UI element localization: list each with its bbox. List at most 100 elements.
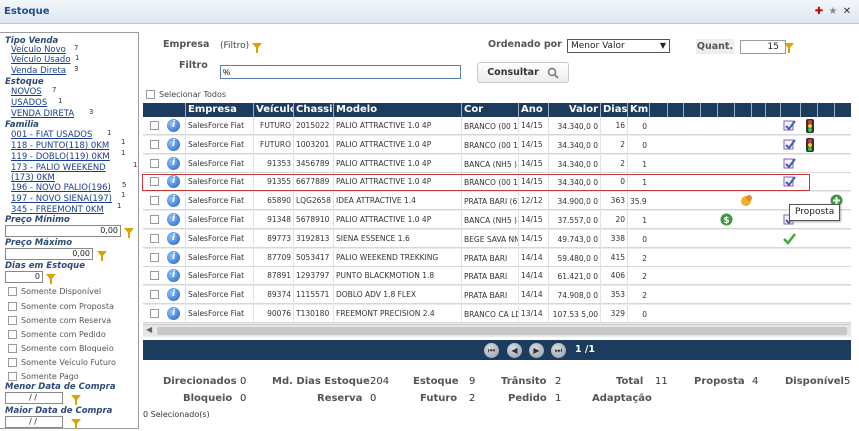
filter-link-familia-345[interactable]: 345 - FREEMONT 0KM bbox=[11, 205, 104, 215]
table-row[interactable]: i SalesForce Fiat 89773 3192813 SIENA ESSENC… bbox=[143, 229, 851, 248]
row-checkbox[interactable] bbox=[150, 215, 159, 224]
menor-data-input[interactable]: / / bbox=[5, 392, 63, 404]
chk-somente-reserva[interactable]: Somente com Reserva bbox=[8, 316, 111, 325]
table-row[interactable]: i SalesForce Fiat 90076 T130180 FREEMONT PRE… bbox=[143, 305, 851, 323]
scroll-left-icon[interactable]: ◀ bbox=[146, 325, 152, 334]
filter-link-novos[interactable]: NOVOS bbox=[11, 87, 42, 97]
checkbox[interactable] bbox=[8, 287, 17, 296]
prev-page-button[interactable]: ◀ bbox=[507, 343, 522, 358]
checkbox[interactable] bbox=[8, 330, 17, 339]
checkbox[interactable] bbox=[8, 302, 17, 311]
filter-link-familia-119[interactable]: 119 - DOBLO(119) 0KM bbox=[11, 152, 110, 162]
close-icon[interactable]: ✕ bbox=[841, 5, 853, 17]
col-cor[interactable]: Cor bbox=[461, 103, 518, 117]
checkbox[interactable] bbox=[8, 372, 17, 381]
filter-link-veiculo-usado[interactable]: Veículo Usado bbox=[11, 55, 71, 65]
funnel-icon[interactable] bbox=[252, 43, 262, 53]
maior-data-input[interactable]: / / bbox=[5, 416, 63, 428]
filter-link-usados[interactable]: USADOS bbox=[11, 98, 47, 108]
funnel-icon[interactable] bbox=[46, 274, 56, 284]
col-veiculo[interactable]: Veículo bbox=[253, 103, 293, 117]
info-icon[interactable]: i bbox=[167, 213, 180, 226]
col-chassi[interactable]: Chassi bbox=[293, 103, 333, 117]
horizontal-scrollbar[interactable]: ◀ bbox=[143, 324, 851, 336]
row-checkbox[interactable] bbox=[150, 121, 159, 130]
scrollbar-thumb[interactable] bbox=[157, 327, 847, 335]
proposal-check-icon[interactable] bbox=[783, 119, 796, 131]
table-row[interactable]: i SalesForce Fiat 87891 1293797 PUNTO BLACKM… bbox=[143, 267, 851, 286]
first-page-button[interactable]: ⏮ bbox=[484, 343, 499, 358]
funnel-icon[interactable] bbox=[71, 395, 81, 405]
chk-somente-futuro[interactable]: Somente Veículo Futuro bbox=[8, 358, 116, 367]
info-icon[interactable]: i bbox=[167, 231, 180, 245]
proposal-check-icon[interactable] bbox=[783, 138, 796, 150]
next-page-button[interactable]: ▶ bbox=[529, 343, 544, 358]
row-checkbox[interactable] bbox=[150, 177, 159, 187]
reserve-icon[interactable] bbox=[740, 194, 752, 207]
table-row[interactable]: i SalesForce Fiat 91353 3456789 PALIO ATTRAC… bbox=[143, 154, 851, 173]
filter-link-veiculo-novo[interactable]: Veículo Novo bbox=[11, 45, 66, 55]
row-checkbox[interactable] bbox=[150, 158, 159, 168]
info-icon[interactable]: i bbox=[167, 137, 180, 151]
col-ano[interactable]: Ano bbox=[518, 103, 548, 117]
info-icon[interactable]: i bbox=[167, 250, 180, 264]
filter-link-familia-173[interactable]: 173 - PALIO WEEKEND (173) 0KM bbox=[11, 163, 123, 183]
info-icon[interactable]: i bbox=[167, 156, 180, 170]
row-checkbox[interactable] bbox=[150, 196, 159, 206]
funnel-icon[interactable] bbox=[784, 43, 794, 53]
table-row[interactable]: i SalesForce Fiat 89374 1115571 DOBLO ADV 1.… bbox=[143, 286, 851, 305]
filter-link-familia-001[interactable]: 001 - FIAT USADOS bbox=[11, 130, 92, 140]
funnel-icon[interactable] bbox=[97, 251, 107, 261]
money-icon[interactable]: $ bbox=[720, 213, 733, 226]
checkbox[interactable] bbox=[146, 90, 155, 99]
chk-somente-pedido[interactable]: Somente com Pedido bbox=[8, 330, 106, 339]
checkbox[interactable] bbox=[8, 316, 17, 325]
proposal-check-icon[interactable] bbox=[783, 175, 796, 187]
quant-input[interactable]: 15 bbox=[740, 40, 786, 54]
checkbox[interactable] bbox=[8, 344, 17, 353]
info-icon[interactable]: i bbox=[167, 307, 180, 320]
ordenado-select[interactable]: Menor Valor ▼ bbox=[567, 39, 670, 53]
add-icon[interactable]: ✚ bbox=[813, 5, 825, 17]
checkbox[interactable] bbox=[8, 358, 17, 367]
check-icon[interactable] bbox=[783, 232, 796, 245]
col-empresa[interactable]: Empresa bbox=[185, 103, 253, 117]
filter-link-familia-196[interactable]: 196 - NOVO PALIO(196) bbox=[11, 183, 111, 193]
row-checkbox[interactable] bbox=[150, 271, 159, 281]
funnel-icon[interactable] bbox=[71, 419, 81, 429]
dias-estoque-input[interactable]: 0 bbox=[5, 271, 43, 283]
info-icon[interactable]: i bbox=[167, 175, 180, 189]
filter-link-venda-direta-estoque[interactable]: VENDA DIRETA bbox=[11, 109, 74, 119]
table-row[interactable]: i SalesForce Fiat 87709 5053417 PALIO WEEKEN… bbox=[143, 248, 851, 267]
row-checkbox[interactable] bbox=[150, 252, 159, 262]
col-valor[interactable]: Valor bbox=[548, 103, 600, 117]
filter-link-venda-direta[interactable]: Venda Direta bbox=[11, 66, 66, 76]
row-checkbox[interactable] bbox=[150, 233, 159, 243]
chk-selecionar-todos[interactable]: Selecionar Todos bbox=[146, 90, 226, 99]
row-checkbox[interactable] bbox=[150, 139, 159, 149]
traffic-light-icon[interactable] bbox=[804, 119, 816, 133]
row-checkbox[interactable] bbox=[150, 309, 159, 318]
favorite-icon[interactable]: ★ bbox=[827, 5, 839, 17]
chk-somente-pago[interactable]: Somente Pago bbox=[8, 372, 79, 381]
col-modelo[interactable]: Modelo bbox=[333, 103, 461, 117]
chk-somente-bloqueio[interactable]: Somente com Bloqueio bbox=[8, 344, 114, 353]
last-page-button[interactable]: ⏭ bbox=[551, 343, 566, 358]
traffic-light-icon[interactable] bbox=[804, 137, 816, 152]
preco-maximo-input[interactable]: 0,00 bbox=[5, 248, 93, 260]
funnel-icon[interactable] bbox=[124, 228, 134, 238]
col-km[interactable]: Km bbox=[627, 103, 649, 117]
chk-somente-disponivel[interactable]: Somente Disponível bbox=[8, 287, 101, 296]
preco-minimo-input[interactable]: 0,00 bbox=[5, 225, 121, 237]
info-icon[interactable]: i bbox=[167, 119, 180, 132]
info-icon[interactable]: i bbox=[167, 269, 180, 283]
proposal-check-icon[interactable] bbox=[783, 157, 796, 169]
info-icon[interactable]: i bbox=[167, 288, 180, 302]
table-row[interactable]: i SalesForce Fiat 91348 5678910 PALIO ATTRAC… bbox=[143, 211, 851, 229]
consultar-button[interactable]: Consultar bbox=[477, 62, 569, 83]
table-row[interactable]: i SalesForce Fiat FUTURO 1003201 PALIO ATTRA… bbox=[143, 135, 851, 154]
col-dias[interactable]: Dias bbox=[600, 103, 627, 117]
info-icon[interactable]: i bbox=[167, 194, 180, 208]
row-checkbox[interactable] bbox=[150, 290, 159, 300]
filtro-input[interactable] bbox=[220, 65, 461, 79]
